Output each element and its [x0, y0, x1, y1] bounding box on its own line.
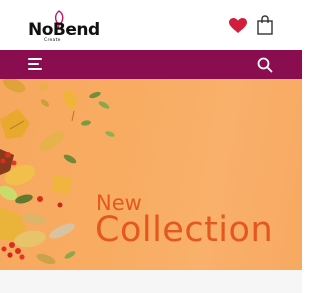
- cart-button[interactable]: [256, 15, 274, 35]
- shopping-bag-icon: [257, 15, 273, 35]
- hero-headline-collection: Collection: [95, 210, 274, 250]
- top-header: NoBend Create: [0, 0, 302, 50]
- hamburger-menu-icon-line: [28, 68, 42, 70]
- content-area: [0, 270, 302, 293]
- mobile-home-page: NoBend Create New Collection: [0, 0, 302, 293]
- heart-icon: [229, 18, 247, 33]
- hero-banner[interactable]: New Collection: [0, 79, 302, 270]
- hamburger-menu-icon-line: [28, 63, 39, 65]
- brand-logo[interactable]: NoBend Create: [26, 8, 100, 44]
- logo-subtext: Create: [44, 38, 61, 43]
- search-button[interactable]: [257, 57, 273, 73]
- main-navbar: [0, 50, 302, 79]
- search-icon: [257, 57, 273, 73]
- wishlist-button[interactable]: [229, 18, 247, 34]
- hamburger-menu-icon: [28, 58, 42, 60]
- menu-button[interactable]: [28, 58, 44, 71]
- logo-text: NoBend: [28, 20, 100, 40]
